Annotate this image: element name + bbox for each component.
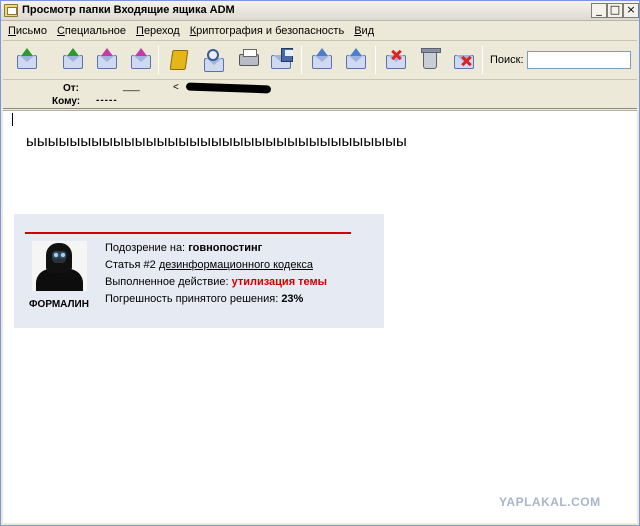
action-row: Выполненное действие: утилизация темы (105, 276, 328, 288)
search-input[interactable] (527, 51, 631, 69)
menu-letter[interactable]: Письмо (3, 25, 52, 37)
from-email-prefix: < (173, 82, 179, 93)
message-header: От: ___ < Кому: ----- (3, 81, 637, 109)
to-label: Кому: (52, 96, 81, 107)
action-value: утилизация темы (231, 276, 328, 288)
message-text: ыыыыыыыыыыыыыыыыыыыыыыыыыыыыыыыыыыы (26, 133, 407, 150)
mail-prev-icon[interactable] (310, 48, 334, 72)
mail-next-icon[interactable] (344, 48, 368, 72)
menu-bar: Письмо Специальное Переход Криптография … (3, 22, 637, 41)
redaction-bar (185, 82, 272, 94)
suspicion-row: Подозрение на: говнопостинг (105, 242, 263, 254)
mail-new-icon[interactable] (129, 48, 153, 72)
mail-send-receive-icon[interactable] (61, 48, 85, 72)
signature-block: ФОРМАЛИН Подозрение на: говнопостинг Ста… (14, 214, 384, 328)
folder-icon (4, 4, 18, 17)
title-bar: Просмотр папки Входящие ящика ADM _ □ × (1, 1, 639, 21)
menu-crypto[interactable]: Криптография и безопасность (185, 25, 349, 37)
from-label: От: (63, 83, 80, 94)
avatar-caption: ФОРМАЛИН (29, 299, 89, 310)
mail-receive-icon[interactable] (15, 48, 39, 72)
close-button[interactable]: × (623, 3, 639, 18)
message-body[interactable]: ыыыыыыыыыыыыыыыыыыыыыыыыыыыыыыыыыыы ФОРМ… (3, 110, 637, 523)
toolbar-separator (482, 46, 483, 74)
mail-window: Просмотр папки Входящие ящика ADM _ □ × … (0, 0, 640, 526)
error-value: 23% (281, 293, 304, 305)
menu-go[interactable]: Переход (131, 25, 185, 37)
trash-icon[interactable] (418, 48, 442, 72)
avatar (32, 241, 87, 291)
menu-special[interactable]: Специальное (52, 25, 131, 37)
toolbar: Поиск: (3, 42, 637, 80)
toolbar-separator (301, 46, 302, 74)
suspicion-value: говнопостинг (188, 242, 263, 254)
codex-link[interactable]: дезинформационного кодекса (159, 259, 313, 271)
search-label: Поиск: (490, 54, 524, 66)
address-book-icon[interactable] (167, 48, 191, 72)
save-disk-icon[interactable] (271, 48, 295, 72)
menu-view[interactable]: Вид (349, 25, 379, 37)
minimize-button[interactable]: _ (591, 3, 607, 18)
printer-icon[interactable] (237, 48, 261, 72)
mail-search-icon[interactable] (202, 48, 226, 72)
mail-forward-icon[interactable] (95, 48, 119, 72)
mail-delete-icon[interactable] (384, 48, 408, 72)
window-title: Просмотр папки Входящие ящика ADM (22, 4, 235, 16)
text-cursor (12, 113, 13, 126)
article-row: Статья #2 дезинформационного кодекса (105, 259, 314, 271)
watermark: YAPLAKAL.COM (499, 495, 601, 509)
toolbar-separator (375, 46, 376, 74)
maximize-button[interactable]: □ (607, 3, 623, 18)
mail-junk-icon[interactable] (452, 48, 476, 72)
from-value: ___ (123, 81, 140, 92)
toolbar-separator (158, 46, 159, 74)
to-value: ----- (96, 95, 118, 106)
error-row: Погрешность принятого решения: 23% (105, 293, 304, 305)
signature-divider (25, 232, 351, 234)
